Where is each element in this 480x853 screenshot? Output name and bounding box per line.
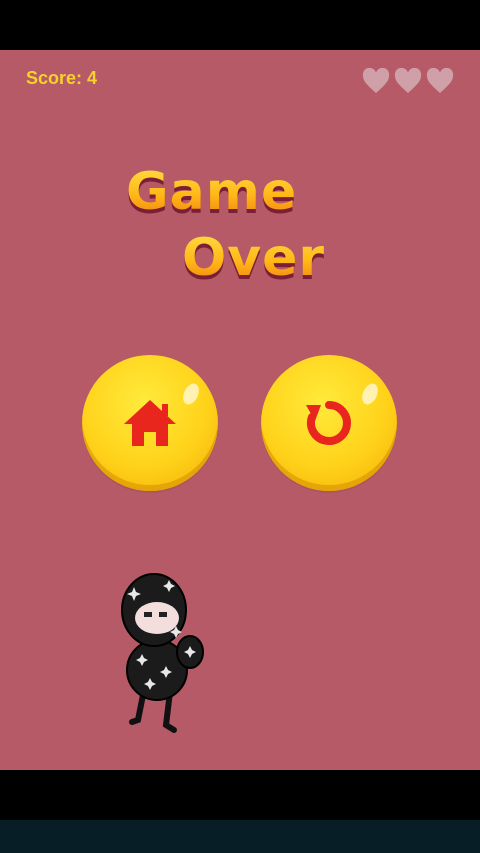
ninja-character xyxy=(112,570,222,740)
restart-button[interactable] xyxy=(261,355,397,491)
score-label: Score: 4 xyxy=(26,68,98,88)
status-bar xyxy=(0,0,480,50)
navigation-bar xyxy=(0,820,480,853)
bottom-bar xyxy=(0,770,480,820)
lives-indicator xyxy=(362,68,454,94)
home-button[interactable] xyxy=(82,355,218,491)
game-screen: Score: 4 Game Over xyxy=(0,50,480,770)
heart-icon xyxy=(394,68,422,94)
home-icon xyxy=(82,355,218,491)
heart-icon xyxy=(426,68,454,94)
restart-icon xyxy=(261,355,397,491)
game-over-title-line2: Over xyxy=(182,228,326,288)
heart-icon xyxy=(362,68,390,94)
game-over-title-line1: Game xyxy=(126,162,298,222)
